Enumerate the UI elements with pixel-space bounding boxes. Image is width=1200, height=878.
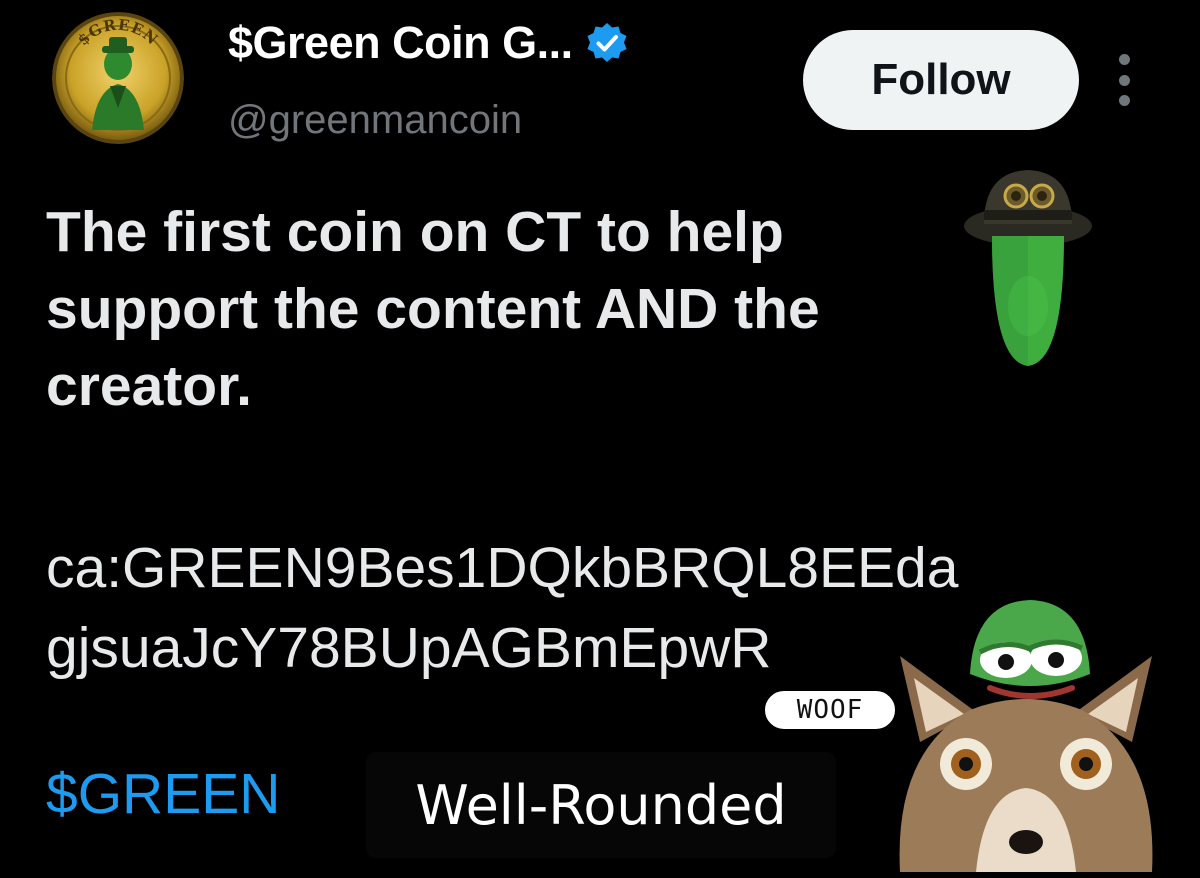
- tweet-text-line: creator.: [46, 354, 252, 418]
- verified-badge-icon: [587, 23, 627, 62]
- caption-text: Well-Rounded: [415, 773, 787, 837]
- woof-speech-bubble: WOOF: [762, 688, 898, 732]
- tweet-text-line: The first coin on CT to help: [46, 200, 784, 264]
- woof-text: WOOF: [796, 695, 864, 725]
- tweet-text: The first coin on CT to help support the…: [46, 194, 966, 425]
- display-name-row: $Green Coin G...: [228, 14, 629, 72]
- more-options-icon[interactable]: [1106, 52, 1142, 108]
- cashtag-link[interactable]: $GREEN: [46, 756, 280, 832]
- more-dot: [1118, 74, 1130, 86]
- pepe-coyote-sticker: [880, 592, 1180, 872]
- caption-box: Well-Rounded: [366, 752, 836, 858]
- tweet-text-line: support the content AND the: [46, 277, 820, 341]
- display-name[interactable]: $Green Coin G...: [228, 17, 573, 69]
- user-handle[interactable]: @greenmancoin: [228, 98, 522, 143]
- follow-button[interactable]: Follow: [803, 30, 1079, 130]
- more-dot: [1118, 95, 1130, 106]
- greenman-mask-sticker: [962, 166, 1094, 372]
- more-dot: [1118, 54, 1130, 65]
- avatar[interactable]: $GREEN: [52, 12, 184, 144]
